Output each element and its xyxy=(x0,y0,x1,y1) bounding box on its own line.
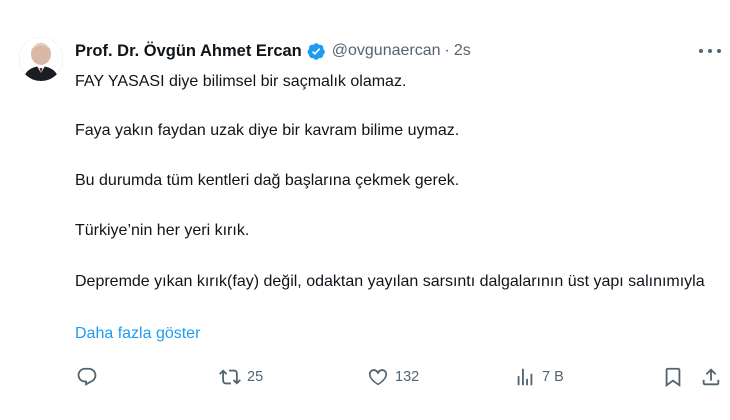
like-count: 132 xyxy=(395,369,420,385)
bookmark-icon xyxy=(662,366,684,388)
author-handle[interactable]: @ovgunaercan xyxy=(332,42,441,60)
tweet-paragraph: Bu durumda tüm kentleri dağ başlarına çe… xyxy=(75,172,460,189)
tweet-card: Prof. Dr. Övgün Ahmet Ercan @ovgunaercan… xyxy=(0,0,730,420)
like-button[interactable]: 132 xyxy=(367,362,419,392)
retweet-count: 25 xyxy=(247,369,264,385)
reply-icon xyxy=(76,366,98,388)
views-icon xyxy=(514,366,536,388)
share-icon xyxy=(700,366,722,388)
more-dot xyxy=(708,49,712,53)
avatar[interactable] xyxy=(19,37,63,81)
retweet-button[interactable]: 25 xyxy=(219,362,263,392)
share-button[interactable] xyxy=(700,362,722,392)
more-options-icon[interactable] xyxy=(699,42,721,60)
tweet-paragraph: Faya yakın faydan uzak diye bir kavram b… xyxy=(75,122,460,139)
tweet-paragraph: Depremde yıkan kırık(fay) değil, odaktan… xyxy=(75,273,705,290)
bookmark-button[interactable] xyxy=(662,362,684,392)
tweet-paragraph: Türkiye’nin her yeri kırık. xyxy=(75,222,250,239)
heart-icon xyxy=(367,366,389,388)
verified-badge-icon xyxy=(307,42,326,61)
tweet-timestamp[interactable]: 2s xyxy=(454,42,471,60)
views-count: 7 B xyxy=(542,369,564,385)
views-button[interactable]: 7 B xyxy=(514,362,564,392)
header-separator: · xyxy=(444,42,450,59)
show-more-link[interactable]: Daha fazla göster xyxy=(75,323,200,345)
tweet-paragraph: FAY YASASI diye bilimsel bir saçmalık ol… xyxy=(75,73,407,90)
more-dot xyxy=(699,49,703,53)
tweet-header: Prof. Dr. Övgün Ahmet Ercan @ovgunaercan… xyxy=(75,40,471,62)
retweet-icon xyxy=(219,366,241,388)
reply-button[interactable] xyxy=(76,362,98,392)
more-dot xyxy=(717,49,721,53)
tweet-actions-bar: 25 132 7 B xyxy=(0,362,730,392)
author-name[interactable]: Prof. Dr. Övgün Ahmet Ercan xyxy=(75,42,302,61)
